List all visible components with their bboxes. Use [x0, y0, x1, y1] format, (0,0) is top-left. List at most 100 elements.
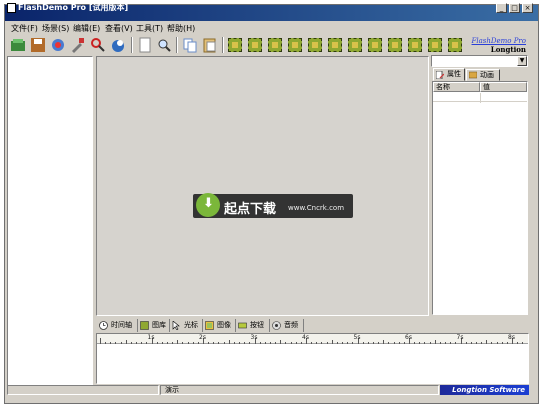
audio-icon: [272, 321, 281, 330]
minimize-button[interactable]: _: [496, 3, 507, 13]
ruler-tick: [403, 342, 405, 344]
ruler-tick: [228, 340, 230, 344]
ruler-tick: [136, 342, 138, 344]
ruler-tick: [522, 342, 524, 344]
download-arrow-icon: ⬇: [203, 196, 214, 211]
toolbar-brand: FlashDemo Pro Longtion: [468, 37, 526, 54]
ruler-tick: [223, 342, 225, 344]
ruler-tick: [419, 342, 421, 344]
ruler-tick: [424, 342, 426, 344]
ruler-tick: [347, 342, 349, 344]
find-icon[interactable]: [90, 37, 106, 53]
frame-callout-icon[interactable]: [308, 38, 322, 52]
toolbar-separator: [222, 37, 224, 53]
ruler-tick: [475, 342, 477, 344]
frame-shape-icon[interactable]: [288, 38, 302, 52]
properties-grid[interactable]: [432, 81, 528, 315]
status-left: [7, 385, 159, 395]
frame-highlight-icon[interactable]: [328, 38, 342, 52]
close-button[interactable]: ×: [522, 3, 533, 13]
ruler-tick: [290, 342, 292, 344]
app-icon: [7, 3, 16, 13]
frame-effect-icon[interactable]: [348, 38, 362, 52]
open-recording-icon[interactable]: [10, 37, 26, 53]
ruler-tick: [141, 342, 143, 344]
menu-file[interactable]: 文件(F): [11, 23, 38, 34]
menu-help[interactable]: 帮助(H): [167, 23, 195, 34]
ruler-tick: [367, 342, 369, 344]
frame-cursor-icon[interactable]: [428, 38, 442, 52]
editing-stage[interactable]: [96, 56, 429, 316]
ruler-tick: [434, 340, 436, 344]
ruler-tick: [486, 340, 488, 344]
ruler-label: 7s: [456, 334, 464, 341]
ruler-label: 2s: [199, 334, 206, 341]
ruler-tick: [192, 342, 194, 344]
tools-icon[interactable]: [70, 37, 86, 53]
watermark-text: 起点下载: [224, 202, 277, 217]
menu-view[interactable]: 查看(V): [105, 23, 133, 34]
ruler-tick: [398, 342, 400, 344]
ruler-tick: [161, 342, 163, 344]
ruler-tick: [450, 342, 452, 344]
gallery-icon: [140, 321, 149, 330]
ruler-tick: [182, 342, 184, 344]
zoom-icon[interactable]: [156, 37, 172, 53]
ruler-label: 4s: [302, 334, 309, 341]
frame-audio-icon[interactable]: [408, 38, 422, 52]
menu-edit[interactable]: 编辑(E): [73, 23, 100, 34]
ruler-tick: [388, 342, 390, 344]
column-divider: [480, 93, 481, 103]
ruler-label: 8s: [508, 334, 515, 341]
ruler-tick: [352, 342, 354, 344]
ruler-tick: [275, 342, 277, 344]
ruler-tick: [496, 342, 498, 344]
ruler-tick: [285, 342, 287, 344]
chevron-down-icon[interactable]: ▼: [517, 56, 527, 66]
ruler-tick: [115, 342, 117, 344]
ruler-label: 3s: [250, 334, 258, 341]
frame-zoom-icon[interactable]: [448, 38, 462, 52]
ruler-tick: [208, 342, 210, 344]
scene-list-pane[interactable]: [7, 56, 93, 386]
ruler-tick: [429, 342, 431, 344]
save-icon[interactable]: [30, 37, 46, 53]
frame-slide-icon[interactable]: [228, 38, 242, 52]
frame-image-icon[interactable]: [248, 38, 262, 52]
frame-text-icon[interactable]: [268, 38, 282, 52]
column-name-header[interactable]: 名称: [433, 82, 480, 92]
ruler-label: 5s: [353, 334, 361, 341]
status-mode: 演示: [160, 385, 439, 395]
column-value-header[interactable]: 值: [480, 82, 527, 92]
ruler-tick: [321, 342, 323, 344]
button-icon: [238, 322, 247, 329]
image-icon: [205, 321, 214, 330]
ruler-tick: [213, 342, 215, 344]
copy-icon[interactable]: [182, 37, 198, 53]
maximize-button[interactable]: □: [509, 3, 520, 13]
ruler-tick: [506, 342, 508, 344]
frame-mark-icon[interactable]: [368, 38, 382, 52]
ruler-tick: [465, 342, 467, 344]
ruler-tick: [197, 342, 199, 344]
ruler-tick: [130, 342, 132, 344]
animation-icon: [469, 71, 477, 79]
publish-icon[interactable]: [110, 37, 126, 53]
ruler-tick: [269, 342, 271, 344]
menu-scene[interactable]: 场景(S): [42, 23, 69, 34]
object-selector[interactable]: [431, 55, 528, 67]
properties-icon: [436, 71, 444, 79]
ruler-tick: [517, 342, 519, 344]
watermark-url: www.Cncrk.com: [288, 204, 345, 212]
menu-tools[interactable]: 工具(T): [136, 23, 163, 34]
record-icon[interactable]: [50, 37, 66, 53]
ruler-tick: [172, 342, 174, 344]
paste-icon[interactable]: [202, 37, 218, 53]
ruler-tick: [455, 342, 457, 344]
new-doc-icon[interactable]: [137, 37, 153, 53]
ruler-tick: [100, 338, 101, 344]
ruler-tick: [491, 342, 493, 344]
frame-button-icon[interactable]: [388, 38, 402, 52]
ruler-tick: [166, 342, 168, 344]
brand-product[interactable]: FlashDemo Pro: [468, 37, 526, 45]
